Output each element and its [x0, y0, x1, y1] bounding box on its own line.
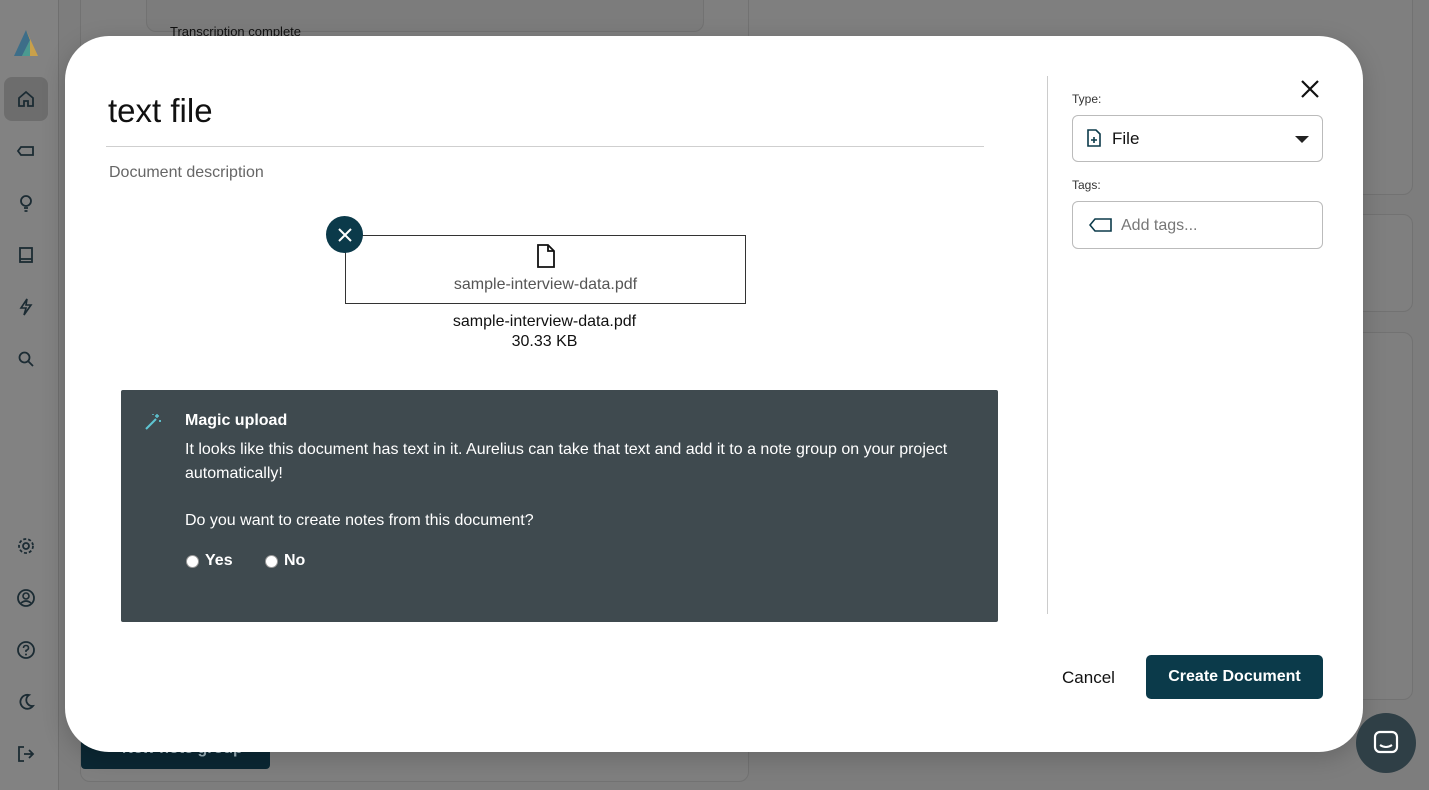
chat-support-button[interactable] — [1356, 713, 1416, 773]
chevron-down-icon — [1295, 136, 1309, 143]
type-label: Type: — [1072, 92, 1102, 106]
document-title[interactable]: text file — [108, 92, 213, 130]
radio-no[interactable]: No — [265, 552, 305, 570]
radio-yes-label[interactable]: Yes — [205, 552, 233, 570]
tag-icon — [1089, 218, 1112, 232]
radio-no-label[interactable]: No — [284, 552, 305, 570]
type-select-value: File — [1112, 129, 1140, 148]
tags-field[interactable] — [1072, 201, 1323, 249]
panel-divider — [1047, 76, 1048, 614]
close-icon[interactable] — [1299, 78, 1321, 100]
create-document-button[interactable]: Create Document — [1146, 655, 1323, 699]
radio-yes[interactable]: Yes — [186, 552, 233, 570]
tags-input[interactable] — [1119, 213, 1313, 239]
chat-icon — [1373, 730, 1399, 754]
file-preview[interactable]: sample-interview-data.pdf — [345, 235, 746, 304]
type-select[interactable]: File — [1072, 115, 1323, 162]
radio-yes-circle[interactable] — [186, 554, 199, 568]
magic-upload-body: It looks like this document has text in … — [185, 441, 948, 482]
magic-wand-icon — [145, 414, 161, 430]
radio-no-circle[interactable] — [265, 554, 278, 568]
title-divider — [106, 146, 984, 147]
magic-upload-question: Do you want to create notes from this do… — [185, 512, 534, 529]
close-icon — [337, 227, 352, 242]
tags-label: Tags: — [1072, 178, 1101, 192]
file-name: sample-interview-data.pdf — [452, 313, 637, 330]
file-info: sample-interview-data.pdf 30.33 KB — [345, 312, 744, 352]
create-document-modal: text file Document description sample-in… — [65, 36, 1363, 752]
cancel-button[interactable]: Cancel — [1055, 666, 1122, 690]
magic-upload-title: Magic upload — [185, 412, 288, 429]
file-preview-name: sample-interview-data.pdf — [453, 276, 638, 293]
file-size: 30.33 KB — [511, 333, 578, 350]
document-description-field[interactable]: Document description — [109, 164, 264, 182]
remove-file-button[interactable] — [326, 216, 363, 253]
file-icon — [537, 244, 555, 268]
magic-upload-panel: Magic upload It looks like this document… — [121, 390, 998, 622]
file-plus-icon — [1087, 129, 1101, 147]
